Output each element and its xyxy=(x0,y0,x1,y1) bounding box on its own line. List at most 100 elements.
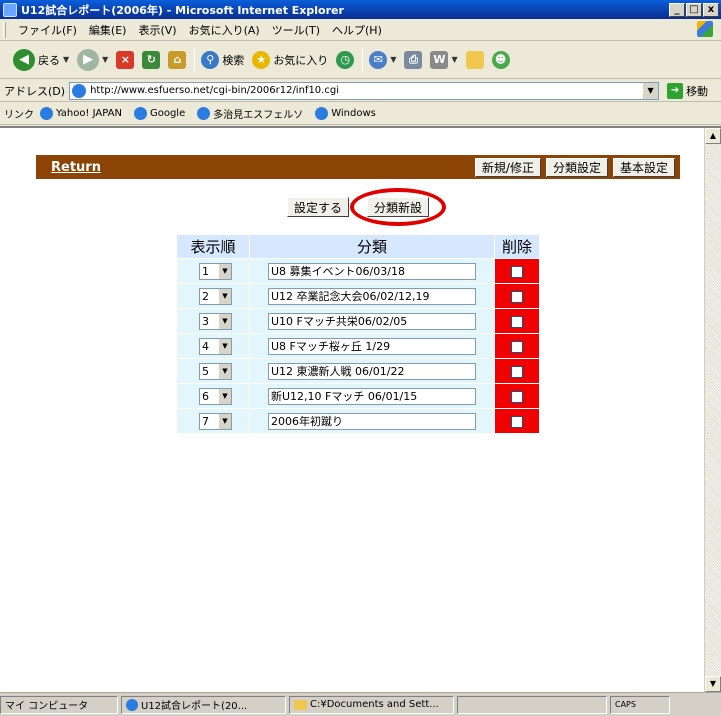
chevron-down-icon: ▼ xyxy=(390,55,397,64)
toolbar-separator xyxy=(362,47,364,72)
category-settings-button[interactable]: 分類設定 xyxy=(545,157,608,177)
menu-file[interactable]: ファイル(F) xyxy=(12,22,83,38)
minimize-button[interactable]: _ xyxy=(669,2,685,17)
chevron-down-icon: ▼ xyxy=(63,55,70,64)
star-icon: ★ xyxy=(252,50,271,69)
category-name-input[interactable]: U8 Fマッチ桜ヶ丘 1/29 xyxy=(268,337,476,355)
forward-arrow-icon: ▶ xyxy=(77,48,100,71)
vertical-scrollbar[interactable]: ▲ ▼ xyxy=(704,128,721,692)
category-name-input[interactable]: U12 卒業記念大会06/02/12,19 xyxy=(268,287,476,305)
stop-button[interactable]: × xyxy=(113,45,137,75)
delete-checkbox[interactable] xyxy=(511,290,523,303)
menu-grip xyxy=(3,21,6,38)
return-link[interactable]: Return xyxy=(51,160,475,175)
order-value: 6 xyxy=(202,389,209,403)
link-esfuerso[interactable]: 多治見エスフェルソ xyxy=(197,106,303,121)
page-icon xyxy=(197,107,211,120)
search-button[interactable]: ⚲ 検索 xyxy=(198,45,247,75)
scroll-down-button[interactable]: ▼ xyxy=(705,676,721,692)
page-header-bar: Return 新規/修正 分類設定 基本設定 xyxy=(36,155,680,179)
chevron-down-icon: ▼ xyxy=(218,413,231,429)
category-name-input[interactable]: 2006年初蹴り xyxy=(268,412,476,430)
links-bar: リンク Yahoo! JAPAN Google 多治見エスフェルソ Window… xyxy=(0,103,721,125)
category-name-input[interactable]: 新U12,10 Fマッチ 06/01/15 xyxy=(268,387,476,405)
table-row: 2 ▼ U12 卒業記念大会06/02/12,19 xyxy=(176,283,540,309)
order-select[interactable]: 1 ▼ xyxy=(199,262,232,280)
chevron-down-icon: ▼ xyxy=(218,338,231,354)
back-label: 戻る xyxy=(38,53,60,67)
chevron-down-icon: ▼ xyxy=(218,263,231,279)
chevron-down-icon: ▼ xyxy=(218,288,231,304)
delete-checkbox[interactable] xyxy=(511,340,523,353)
search-label: 検索 xyxy=(222,53,245,67)
category-name-input[interactable]: U10 Fマッチ共栄06/02/05 xyxy=(268,312,476,330)
favorites-button[interactable]: ★ お気に入り xyxy=(249,45,331,75)
order-select[interactable]: 7 ▼ xyxy=(199,412,232,430)
address-url: http://www.esfuerso.net/cgi-bin/2006r12/… xyxy=(90,85,339,96)
delete-checkbox[interactable] xyxy=(511,315,523,328)
page-icon xyxy=(315,107,329,120)
delete-checkbox[interactable] xyxy=(511,415,523,428)
menu-favorites[interactable]: お気に入り(A) xyxy=(183,22,266,38)
link-google[interactable]: Google xyxy=(133,107,185,120)
window-titlebar[interactable]: U12試合レポート(2006年) - Microsoft Internet Ex… xyxy=(0,0,721,19)
folder-icon xyxy=(465,50,484,69)
toolbar-separator xyxy=(194,47,196,72)
header-category: 分類 xyxy=(249,234,495,259)
caps-indicator: CAPS xyxy=(610,695,670,714)
new-edit-button[interactable]: 新規/修正 xyxy=(474,157,541,177)
window-title: U12試合レポート(2006年) - Microsoft Internet Ex… xyxy=(21,3,344,17)
close-button[interactable]: x xyxy=(703,2,719,17)
order-select[interactable]: 6 ▼ xyxy=(199,387,232,405)
page-icon xyxy=(72,83,87,98)
print-button[interactable]: ⎙ xyxy=(401,45,425,75)
menu-help[interactable]: ヘルプ(H) xyxy=(326,22,388,38)
order-select[interactable]: 5 ▼ xyxy=(199,362,232,380)
scroll-up-button[interactable]: ▲ xyxy=(705,128,721,144)
go-button[interactable]: ➔ 移動 xyxy=(667,82,708,99)
delete-checkbox[interactable] xyxy=(511,390,523,403)
link-windows[interactable]: Windows xyxy=(315,107,376,120)
back-button[interactable]: ◀ 戻る ▼ xyxy=(10,45,72,75)
order-value: 4 xyxy=(202,339,209,353)
category-name-input[interactable]: U12 東濃新人戦 06/01/22 xyxy=(268,362,476,380)
maximize-button[interactable]: □ xyxy=(686,2,702,17)
category-name-input[interactable]: U8 募集イベント06/03/18 xyxy=(268,262,476,280)
menu-edit[interactable]: 編集(E) xyxy=(83,22,133,38)
menu-view[interactable]: 表示(V) xyxy=(132,22,182,38)
messenger-icon: ☻ xyxy=(491,50,510,69)
delete-checkbox[interactable] xyxy=(511,265,523,278)
category-table: 表示順 分類 削除 1 ▼ U8 募集イベント06/03/18 2 ▼ U12 卒業… xyxy=(176,234,540,434)
page-viewport: Return 新規/修正 分類設定 基本設定 設定する 分類新設 表示順 分類 … xyxy=(0,126,721,692)
order-value: 3 xyxy=(202,314,209,328)
menu-tools[interactable]: ツール(T) xyxy=(266,22,326,38)
link-yahoo[interactable]: Yahoo! JAPAN xyxy=(40,107,122,120)
order-select[interactable]: 4 ▼ xyxy=(199,337,232,355)
home-icon: ⌂ xyxy=(168,50,187,69)
mail-button[interactable]: ✉ ▼ xyxy=(366,45,399,75)
chevron-down-icon: ▼ xyxy=(451,55,458,64)
apply-settings-button[interactable]: 設定する xyxy=(287,197,350,217)
link-label: 多治見エスフェルソ xyxy=(213,110,304,121)
messenger-button[interactable]: ☻ xyxy=(489,45,513,75)
order-select[interactable]: 3 ▼ xyxy=(199,312,232,330)
order-value: 7 xyxy=(202,414,209,428)
taskbar-button-explorer[interactable]: C:¥Documents and Sett... xyxy=(289,695,454,714)
delete-checkbox[interactable] xyxy=(511,365,523,378)
refresh-icon: ↻ xyxy=(142,50,161,69)
forward-button[interactable]: ▶ ▼ xyxy=(74,45,111,75)
history-button[interactable]: ◷ xyxy=(333,45,357,75)
order-select[interactable]: 2 ▼ xyxy=(199,287,232,305)
address-dropdown-button[interactable]: ▼ xyxy=(642,82,659,99)
system-tray xyxy=(457,695,607,714)
go-arrow-icon: ➔ xyxy=(667,82,684,99)
order-value: 2 xyxy=(202,289,209,303)
home-button[interactable]: ⌂ xyxy=(165,45,189,75)
taskbar-button-browser[interactable]: U12試合レポート(20... xyxy=(121,695,286,714)
edit-button[interactable]: W ▼ xyxy=(427,45,460,75)
refresh-button[interactable]: ↻ xyxy=(139,45,163,75)
folder-button[interactable] xyxy=(463,45,487,75)
taskbar-label: C:¥Documents and Sett... xyxy=(310,699,439,710)
address-input[interactable]: http://www.esfuerso.net/cgi-bin/2006r12/… xyxy=(69,81,660,100)
basic-settings-button[interactable]: 基本設定 xyxy=(612,157,675,177)
